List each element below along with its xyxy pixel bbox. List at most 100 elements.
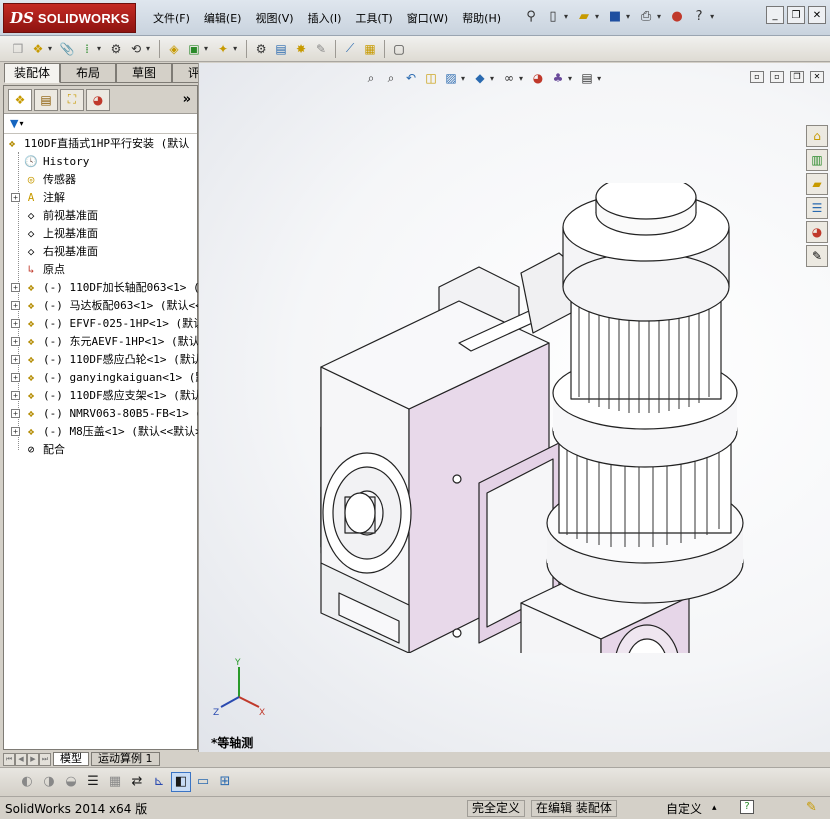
split-view-icon[interactable]: ▫	[750, 71, 764, 83]
tree-item-top-plane[interactable]: ◇ 上视基准面	[4, 224, 198, 242]
tree-item-component[interactable]: + ❖ (-) ganyingkaiguan<1> (默	[4, 368, 198, 386]
save-icon[interactable]: ■	[605, 6, 625, 26]
menu-insert[interactable]: 插入(I)	[301, 10, 349, 26]
chevron-down-icon[interactable]: ▾	[597, 74, 601, 83]
rebuild-icon[interactable]: ●	[667, 6, 687, 26]
tab-model[interactable]: 模型	[53, 752, 89, 766]
linear-pattern-icon[interactable]: ⁞	[78, 40, 96, 58]
custom-properties-icon[interactable]: ✎	[806, 245, 828, 267]
expand-icon[interactable]: +	[11, 408, 20, 418]
tree-item-component[interactable]: + ❖ (-) 110DF感应凸轮<1> (默认<	[4, 350, 198, 368]
hide-show-items-icon[interactable]: ∞	[500, 69, 518, 87]
chevron-down-icon[interactable]: ▾	[490, 74, 494, 83]
help-icon[interactable]: ?	[689, 6, 709, 26]
chevron-down-icon[interactable]: ▾	[568, 74, 572, 83]
tab-assembly[interactable]: 装配体	[4, 63, 60, 83]
display-style-icon[interactable]: ◆	[471, 69, 489, 87]
tab-sketch[interactable]: 草图	[116, 63, 172, 83]
file-explorer-icon[interactable]: ▰	[806, 173, 828, 195]
prev-tab-icon[interactable]: ◀	[15, 752, 27, 766]
tree-root[interactable]: ❖ 110DF直插式1HP平行安装 (默认	[4, 134, 198, 152]
new-motion-study-icon[interactable]: ⚙	[252, 40, 270, 58]
hidden-lines-icon[interactable]: ◒	[61, 772, 81, 792]
expand-icon[interactable]: +	[11, 426, 20, 436]
chevron-down-icon[interactable]: ▾	[48, 44, 52, 53]
shaded-icon[interactable]: ◑	[39, 772, 59, 792]
expand-icon[interactable]: +	[11, 300, 20, 310]
new-document-icon[interactable]: ▯	[543, 6, 563, 26]
tree-item-component[interactable]: + ❖ (-) 110DF加长轴配063<1> (默	[4, 278, 198, 296]
exploded-view-icon[interactable]: ✸	[292, 40, 310, 58]
view-orientation-icon[interactable]: ▨	[442, 69, 460, 87]
chevron-down-icon[interactable]: ▾	[626, 12, 630, 21]
chevron-down-icon[interactable]: ▾	[97, 44, 101, 53]
design-library-icon[interactable]: ▥	[806, 149, 828, 171]
restore-icon[interactable]: ❐	[787, 6, 805, 24]
tree-item-right-plane[interactable]: ◇ 右视基准面	[4, 242, 198, 260]
menu-help[interactable]: 帮助(H)	[455, 10, 508, 26]
tree-item-component[interactable]: + ❖ (-) 110DF感应支架<1> (默认	[4, 386, 198, 404]
close-icon[interactable]: ✕	[810, 71, 824, 83]
chevron-down-icon[interactable]: ▾	[657, 12, 661, 21]
menu-window[interactable]: 窗口(W)	[400, 10, 455, 26]
home-icon[interactable]: ⌂	[806, 125, 828, 147]
expand-panel-icon[interactable]: »	[183, 92, 191, 107]
two-view-icon[interactable]: ⊞	[215, 772, 235, 792]
assembly-model[interactable]	[309, 183, 749, 653]
expand-icon[interactable]: +	[11, 192, 20, 202]
curvature-icon[interactable]: ⊾	[149, 772, 169, 792]
last-tab-icon[interactable]: ⏭	[39, 752, 51, 766]
explode-line-sketch-icon[interactable]: ✎	[312, 40, 330, 58]
chevron-down-icon[interactable]: ▾	[461, 74, 465, 83]
filter-icon[interactable]: ▼	[10, 117, 18, 130]
open-folder-icon[interactable]: ▰	[574, 6, 594, 26]
first-tab-icon[interactable]: ⏮	[3, 752, 15, 766]
menu-tools[interactable]: 工具(T)	[348, 10, 399, 26]
pin-icon[interactable]: ⚲	[521, 6, 541, 26]
units-dropdown-icon[interactable]: ▴	[712, 803, 717, 813]
assembly-features-icon[interactable]: ▣	[185, 40, 203, 58]
chevron-down-icon[interactable]: ▾	[710, 12, 714, 21]
expand-icon[interactable]: +	[11, 282, 20, 292]
tab-motion-study[interactable]: 运动算例 1	[91, 752, 160, 766]
edit-appearance-icon[interactable]: ◕	[529, 69, 547, 87]
rebuild-status-icon[interactable]: ✎	[806, 800, 817, 815]
chevron-down-icon[interactable]: ▾	[204, 44, 208, 53]
tree-item-history[interactable]: 🕓 History	[4, 152, 198, 170]
tree-item-component[interactable]: + ❖ (-) 东元AEVF-1HP<1> (默认<<	[4, 332, 198, 350]
shaded-edges-icon[interactable]: ◐	[17, 772, 37, 792]
split-view-icon[interactable]: ▫	[770, 71, 784, 83]
draft-quality-icon[interactable]: ▦	[105, 772, 125, 792]
clearance-verification-icon[interactable]: ▦	[361, 40, 379, 58]
smart-fasteners-icon[interactable]: ⚙	[107, 40, 125, 58]
menu-edit[interactable]: 编辑(E)	[197, 10, 249, 26]
expand-icon[interactable]: +	[11, 318, 20, 328]
close-icon[interactable]: ✕	[808, 6, 826, 24]
status-units[interactable]: 自定义	[666, 800, 702, 817]
property-manager-icon[interactable]: ▤	[34, 88, 58, 111]
tree-item-component[interactable]: + ❖ (-) M8压盖<1> (默认<<默认>	[4, 422, 198, 440]
graphics-area[interactable]: ⌕ ⌕ ↶ ◫ ▨ ▾ ◆ ▾ ∞ ▾ ◕ ♣ ▾ ▤ ▾ ▫ ▫ ❐ ✕ ⌂ ▥ ▰ ☰…	[198, 63, 830, 752]
solidworks-logo[interactable]: DS SOLIDWORKS	[3, 3, 136, 33]
wireframe-icon[interactable]: ☰	[83, 772, 103, 792]
help-icon[interactable]: ?	[740, 800, 754, 814]
insert-component-icon[interactable]: ❖	[29, 40, 47, 58]
appearances-icon[interactable]: ◕	[806, 221, 828, 243]
show-hidden-icon[interactable]: ◈	[165, 40, 183, 58]
display-manager-icon[interactable]: ◕	[86, 88, 110, 111]
zoom-to-fit-icon[interactable]: ⌕	[362, 69, 380, 87]
expand-icon[interactable]: +	[11, 372, 20, 382]
previous-view-icon[interactable]: ↶	[402, 69, 420, 87]
tree-item-sensors[interactable]: ◎ 传感器	[4, 170, 198, 188]
restore-icon[interactable]: ❐	[790, 71, 804, 83]
tree-item-mates[interactable]: ⊘ 配合	[4, 440, 198, 458]
chevron-down-icon[interactable]: ▾	[564, 12, 568, 21]
apply-scene-icon[interactable]: ♣	[549, 69, 567, 87]
chevron-down-icon[interactable]: ▾	[19, 119, 23, 128]
expand-icon[interactable]: +	[11, 354, 20, 364]
interference-detection-icon[interactable]: ⟋	[341, 40, 359, 58]
next-tab-icon[interactable]: ▶	[27, 752, 39, 766]
view-settings-icon[interactable]: ▤	[578, 69, 596, 87]
menu-file[interactable]: 文件(F)	[146, 10, 197, 26]
mate-icon[interactable]: 📎	[58, 40, 76, 58]
